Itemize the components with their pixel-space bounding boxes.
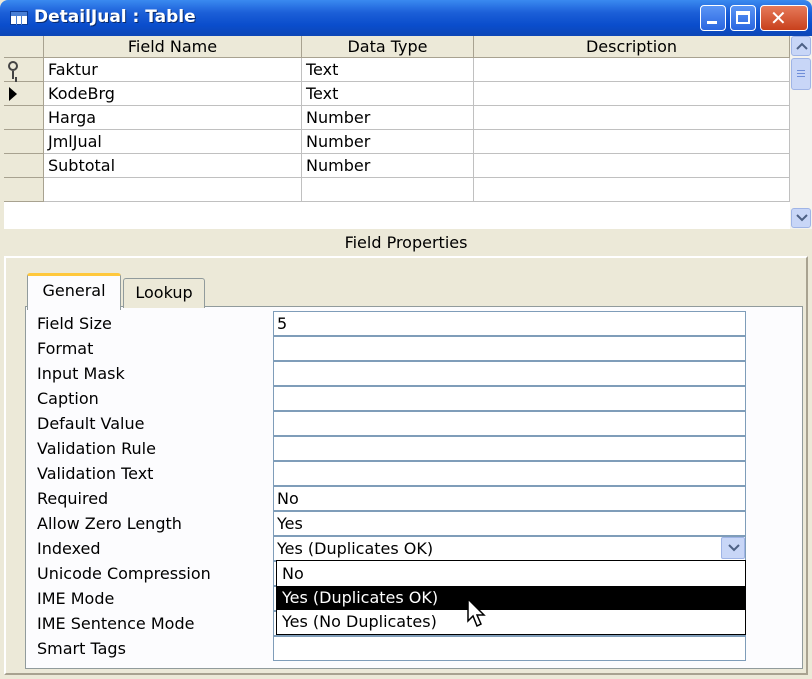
property-label-ime-mode: IME Mode: [37, 589, 115, 608]
column-header-description[interactable]: Description: [474, 36, 790, 58]
column-header-field-name[interactable]: Field Name: [44, 36, 302, 58]
chevron-down-icon: [796, 214, 808, 222]
scroll-down-button[interactable]: [791, 208, 811, 228]
table-design-window: DetailJual : Table ✕ Field Name Data Typ…: [0, 0, 812, 679]
grip-icon: [797, 70, 805, 71]
row-selector[interactable]: [4, 106, 44, 130]
field-name-cell[interactable]: Faktur: [44, 58, 302, 82]
caption-input[interactable]: [273, 386, 746, 411]
property-label-allow-zero-length: Allow Zero Length: [37, 514, 182, 533]
validation-text-input[interactable]: [273, 461, 746, 486]
property-label-smart-tags: Smart Tags: [37, 639, 126, 658]
property-label-validation-text: Validation Text: [37, 464, 154, 483]
description-cell[interactable]: [474, 58, 790, 82]
description-cell[interactable]: [474, 82, 790, 106]
row-selector[interactable]: [4, 82, 44, 106]
description-cell[interactable]: [474, 106, 790, 130]
current-row-arrow-icon: [9, 87, 17, 101]
row-selector[interactable]: [4, 130, 44, 154]
tab-general[interactable]: General: [27, 273, 121, 310]
dropdown-option-yes-no-duplicates[interactable]: Yes (No Duplicates): [277, 610, 745, 634]
tab-lookup[interactable]: Lookup: [123, 278, 205, 308]
field-name-cell[interactable]: KodeBrg: [44, 82, 302, 106]
validation-rule-input[interactable]: [273, 436, 746, 461]
close-button[interactable]: ✕: [760, 5, 808, 31]
dropdown-option-no[interactable]: No: [277, 562, 745, 586]
close-icon: ✕: [770, 6, 787, 30]
property-label-caption: Caption: [37, 389, 99, 408]
description-cell[interactable]: [474, 130, 790, 154]
column-header-data-type[interactable]: Data Type: [302, 36, 474, 58]
field-size-input[interactable]: 5: [273, 311, 746, 336]
property-label-indexed: Indexed: [37, 539, 101, 558]
data-type-cell[interactable]: Number: [302, 130, 474, 154]
property-label-input-mask: Input Mask: [37, 364, 125, 383]
format-input[interactable]: [273, 336, 746, 361]
description-cell[interactable]: [474, 154, 790, 178]
indexed-dropdown-list: No Yes (Duplicates OK) Yes (No Duplicate…: [276, 560, 746, 635]
data-type-cell[interactable]: Text: [302, 58, 474, 82]
field-name-cell[interactable]: JmlJual: [44, 130, 302, 154]
property-label-ime-sentence-mode: IME Sentence Mode: [37, 614, 195, 633]
property-label-default-value: Default Value: [37, 414, 145, 433]
required-input[interactable]: No: [273, 486, 746, 511]
scroll-thumb[interactable]: [791, 58, 811, 90]
maximize-button[interactable]: [730, 5, 756, 31]
field-name-cell[interactable]: [44, 178, 302, 202]
smart-tags-input[interactable]: [273, 636, 746, 661]
chevron-up-icon: [796, 42, 808, 50]
allow-zero-length-input[interactable]: Yes: [273, 511, 746, 536]
description-cell[interactable]: [474, 178, 790, 202]
minimize-icon: [707, 21, 717, 24]
title-bar[interactable]: DetailJual : Table ✕: [0, 0, 812, 36]
maximize-icon: [736, 11, 750, 24]
data-type-cell[interactable]: Text: [302, 82, 474, 106]
indexed-combobox[interactable]: Yes (Duplicates OK): [273, 536, 746, 561]
scroll-up-button[interactable]: [791, 36, 811, 56]
field-name-cell[interactable]: Subtotal: [44, 154, 302, 178]
data-type-cell[interactable]: Number: [302, 106, 474, 130]
data-type-cell[interactable]: Number: [302, 154, 474, 178]
table-icon: [10, 11, 28, 25]
field-name-cell[interactable]: Harga: [44, 106, 302, 130]
chevron-down-icon: [728, 544, 740, 552]
field-design-grid: Field Name Data Type Description Faktur …: [4, 36, 790, 229]
default-value-input[interactable]: [273, 411, 746, 436]
property-label-validation-rule: Validation Rule: [37, 439, 156, 458]
property-label-format: Format: [37, 339, 94, 358]
row-selector[interactable]: [4, 154, 44, 178]
data-type-cell[interactable]: [302, 178, 474, 202]
grid-vertical-scrollbar[interactable]: [790, 36, 812, 229]
field-properties-title: Field Properties: [344, 233, 468, 252]
property-label-required: Required: [37, 489, 109, 508]
input-mask-input[interactable]: [273, 361, 746, 386]
property-label-field-size: Field Size: [37, 314, 112, 333]
indexed-dropdown-button[interactable]: [721, 537, 745, 559]
row-selector[interactable]: [4, 178, 44, 202]
property-label-unicode-compression: Unicode Compression: [37, 564, 211, 583]
minimize-button[interactable]: [700, 5, 726, 31]
mouse-pointer-icon: [467, 598, 486, 628]
primary-key-icon: [8, 61, 18, 79]
row-selector[interactable]: [4, 58, 44, 82]
window-title: DetailJual : Table: [34, 7, 196, 27]
dropdown-option-yes-duplicates-ok[interactable]: Yes (Duplicates OK): [277, 586, 745, 610]
row-selector-header: [4, 36, 44, 58]
